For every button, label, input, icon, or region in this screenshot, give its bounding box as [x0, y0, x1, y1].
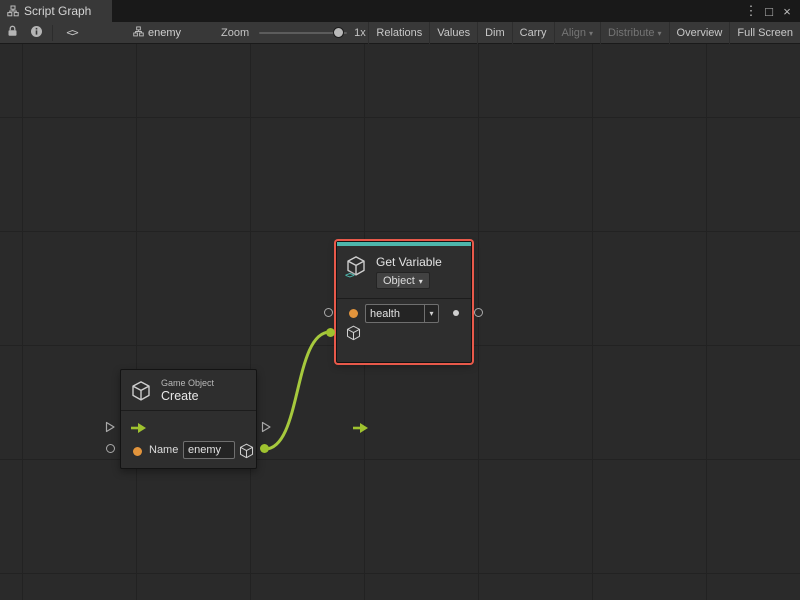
flow-output-port[interactable]	[260, 420, 272, 432]
zoom-slider-knob[interactable]	[333, 27, 344, 38]
name-value-port[interactable]	[133, 447, 142, 456]
game-object-icon	[131, 380, 151, 402]
node-title: Get Variable	[376, 255, 442, 269]
get-variable-name-input-port[interactable]	[324, 308, 333, 317]
chevron-down-icon: ▾	[658, 30, 662, 38]
code-view-button[interactable]: <>	[57, 22, 87, 44]
get-variable-object-input-port[interactable]	[326, 328, 335, 337]
value-output-indicator[interactable]	[453, 310, 459, 316]
tab-label: Script Graph	[24, 4, 91, 18]
flow-output-arrow-icon[interactable]	[352, 421, 369, 433]
name-input[interactable]	[183, 441, 235, 459]
maximize-button[interactable]: □	[760, 0, 778, 22]
lock-button[interactable]	[0, 22, 24, 44]
close-button[interactable]: ×	[778, 0, 796, 22]
graph-name: enemy	[148, 27, 181, 39]
get-variable-value-output-port[interactable]	[474, 308, 483, 317]
variable-scope-dropdown[interactable]: Object ▾	[376, 272, 430, 289]
info-icon	[30, 25, 43, 41]
overview-button[interactable]: Overview	[669, 22, 730, 44]
variable-name-input[interactable]	[366, 305, 424, 322]
tab-script-graph[interactable]: Script Graph	[0, 0, 112, 22]
script-graph-icon	[133, 26, 144, 40]
node-create-game-object[interactable]: Game Object Create Name	[120, 369, 257, 469]
chevron-down-icon: ▾	[419, 278, 423, 286]
lock-icon	[7, 25, 18, 40]
titlebar-drag-area[interactable]	[112, 0, 742, 22]
code-icon: <>	[66, 26, 77, 39]
script-graph-window: Script Graph ⋮ □ ×	[0, 0, 800, 600]
align-button[interactable]: Align ▾	[554, 22, 600, 44]
graph-breadcrumb[interactable]: enemy	[133, 26, 181, 40]
window-menu-button[interactable]: ⋮	[742, 0, 760, 22]
node-accent-bar	[337, 242, 471, 246]
node-category: Game Object	[161, 378, 214, 388]
toolbar-separator	[52, 25, 53, 41]
node-get-variable[interactable]: <> Get Variable Object ▾ ▾	[336, 241, 472, 363]
create-object-output-port[interactable]	[260, 444, 269, 453]
code-icon: <>	[345, 271, 354, 281]
carry-button[interactable]: Carry	[512, 22, 554, 44]
flow-input-port[interactable]	[104, 420, 116, 432]
zoom-label: Zoom	[221, 27, 249, 39]
flow-input-arrow-icon[interactable]	[130, 421, 147, 433]
create-name-input-port[interactable]	[106, 444, 115, 453]
graph-toolbar: <> enemy Zoom 1x Relations	[0, 22, 800, 44]
titlebar: Script Graph ⋮ □ ×	[0, 0, 800, 22]
variable-name-combo: ▾	[365, 304, 439, 323]
node-divider	[337, 298, 471, 299]
zoom-slider[interactable]	[259, 22, 347, 44]
node-divider	[121, 410, 256, 411]
graph-canvas[interactable]: <> Get Variable Object ▾ ▾	[0, 44, 800, 600]
graph-icon	[7, 5, 19, 17]
dim-button[interactable]: Dim	[477, 22, 512, 44]
values-button[interactable]: Values	[429, 22, 477, 44]
game-object-output-icon[interactable]	[239, 443, 254, 459]
chevron-down-icon[interactable]: ▾	[424, 305, 438, 322]
toolbar-button-group: Relations Values Dim Carry Align ▾ Distr…	[368, 22, 800, 44]
variable-name-port[interactable]	[349, 309, 358, 318]
name-label: Name	[149, 444, 178, 456]
get-variable-icon: <>	[346, 255, 368, 279]
distribute-button[interactable]: Distribute ▾	[600, 22, 668, 44]
node-title: Create	[161, 389, 199, 403]
info-button[interactable]	[24, 22, 48, 44]
relations-button[interactable]: Relations	[368, 22, 429, 44]
object-input-icon[interactable]	[346, 325, 361, 341]
full-screen-button[interactable]: Full Screen	[729, 22, 800, 44]
chevron-down-icon: ▾	[589, 30, 593, 38]
zoom-value: 1x	[354, 27, 366, 39]
